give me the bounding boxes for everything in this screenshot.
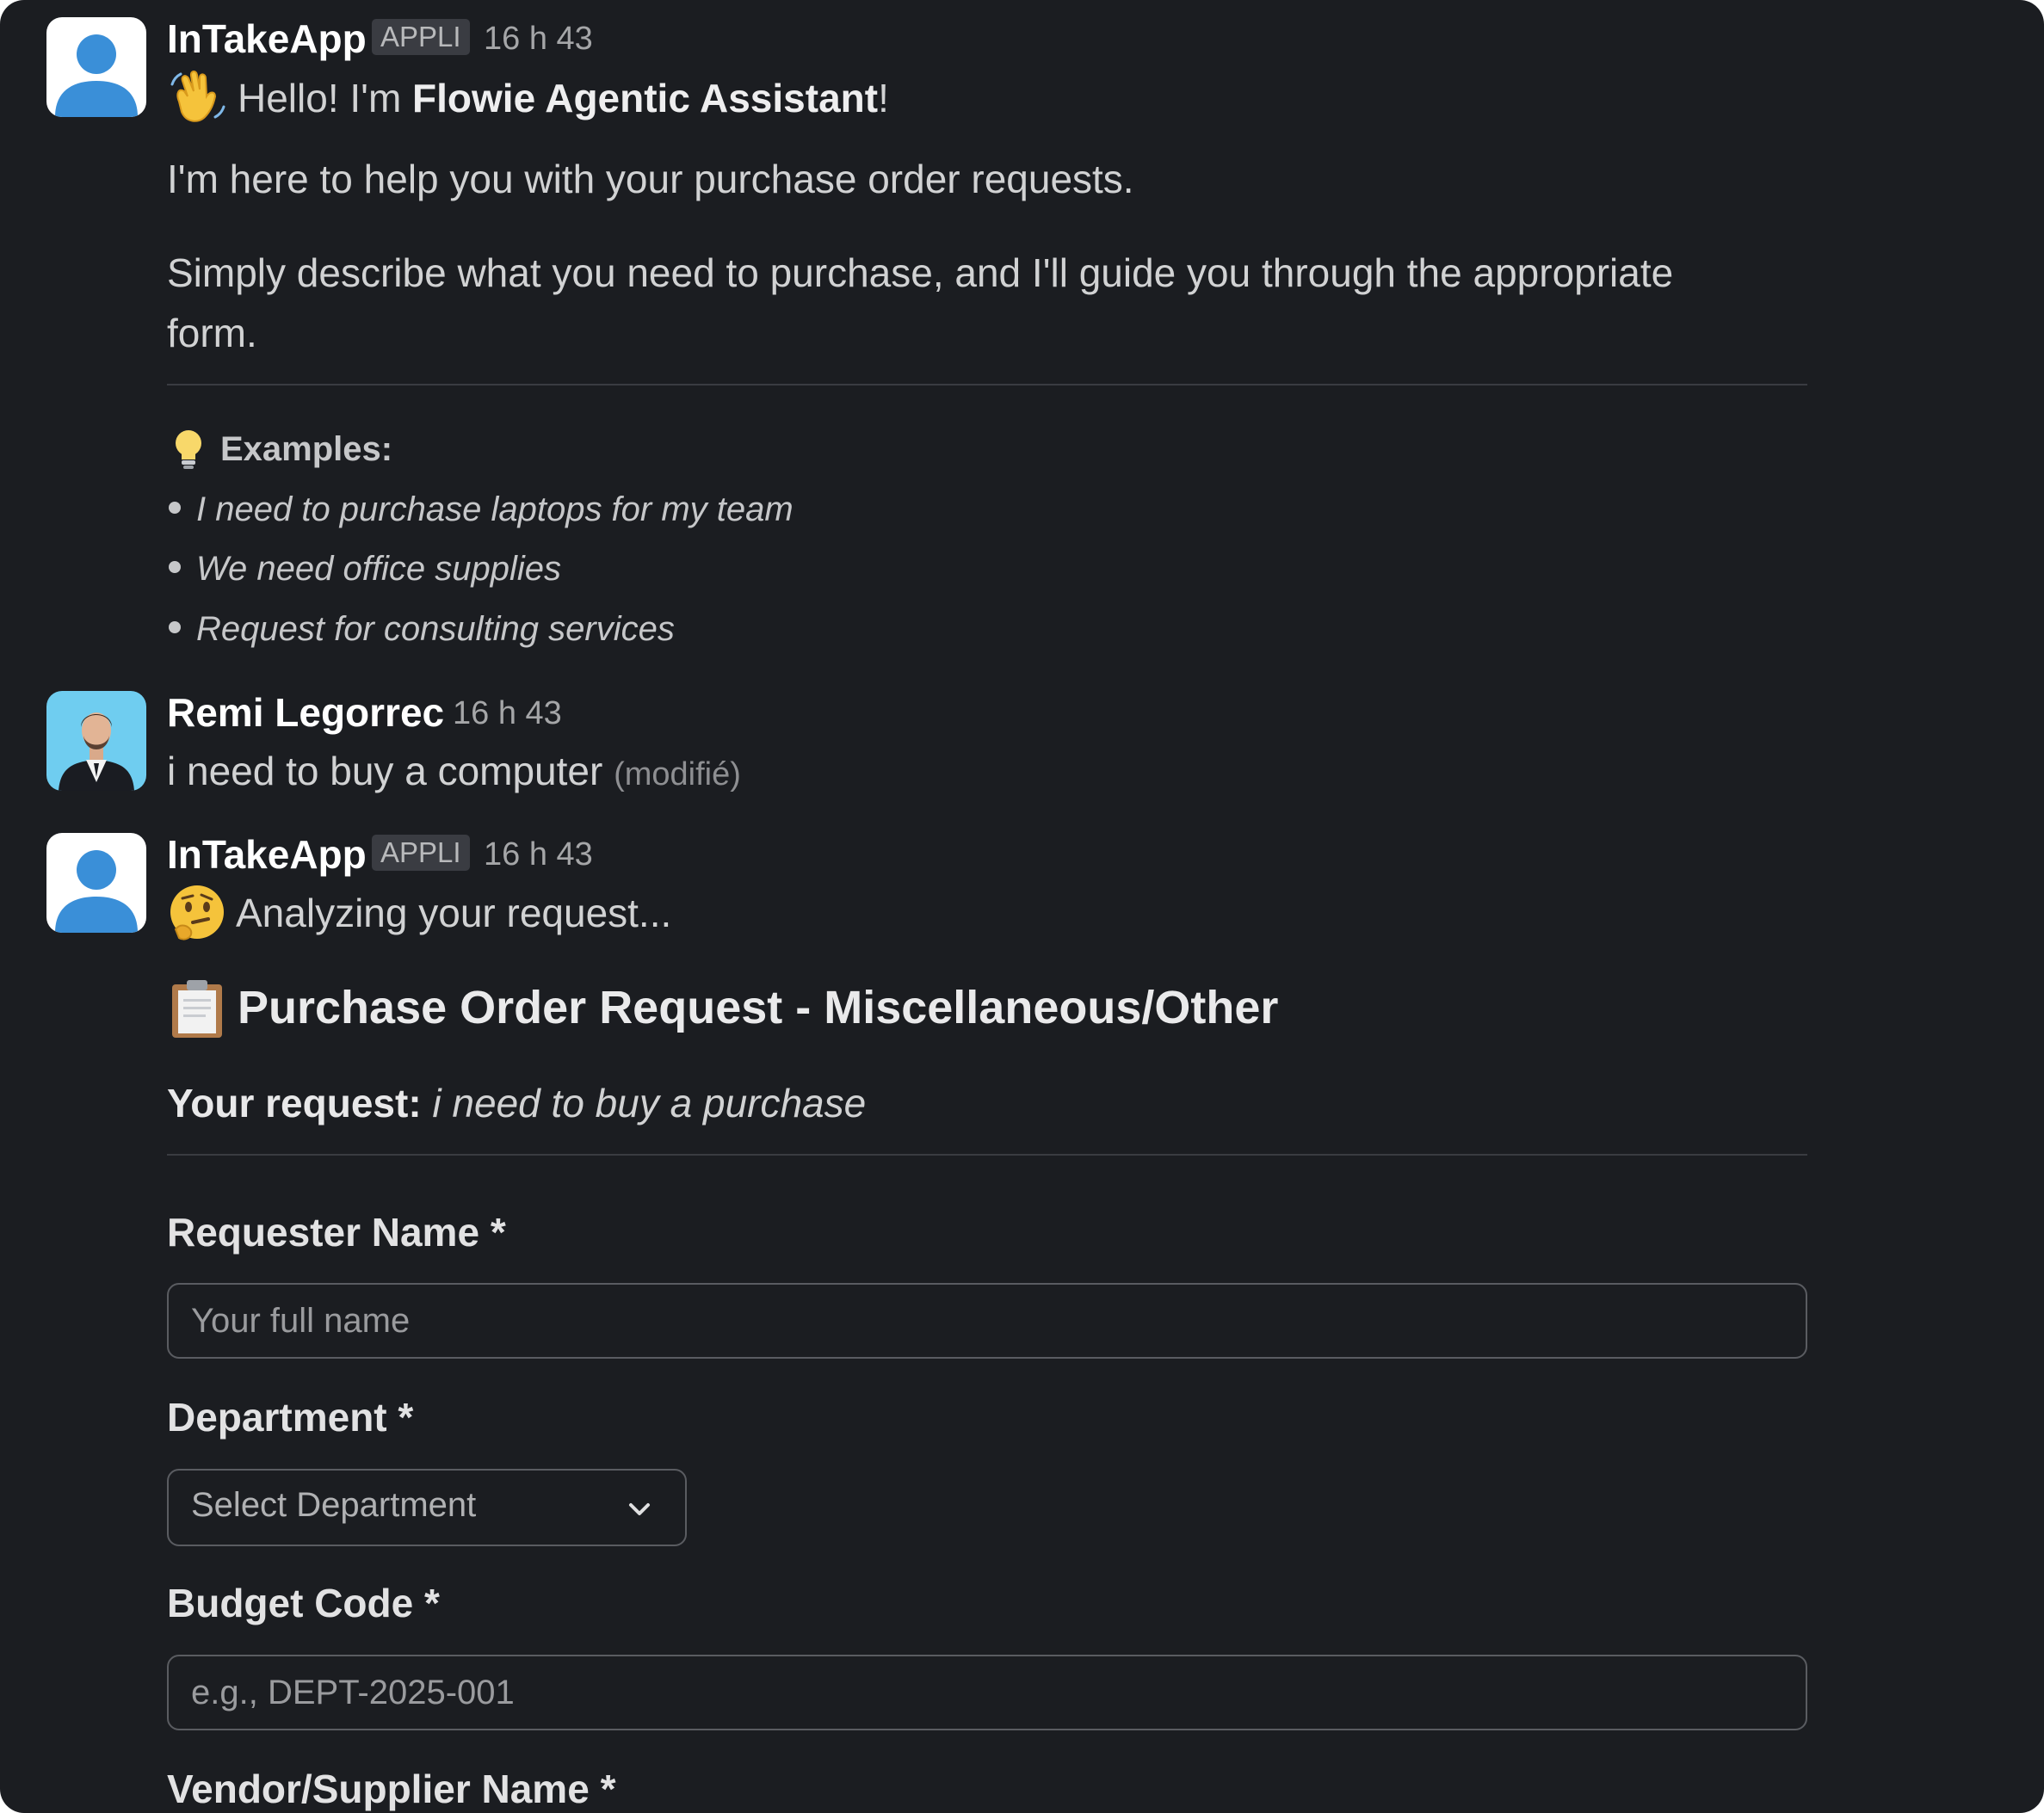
divider [167, 1154, 1807, 1156]
request-summary: Your request: i need to buy a purchase [167, 1081, 867, 1125]
requester-name-label: Requester Name * [167, 1210, 506, 1255]
examples-title: Examples: [220, 430, 393, 468]
message-timestamp[interactable]: 16 h 43 [484, 22, 593, 55]
message-timestamp[interactable]: 16 h 43 [453, 697, 562, 730]
intakeapp-avatar[interactable] [46, 833, 146, 933]
waving-hand-icon [167, 67, 229, 129]
user-message: i need to buy a computer (modifié) [167, 749, 741, 793]
greeting-text: Hello! I'm Flowie Agentic Assistant! [238, 76, 889, 120]
example-item: I need to purchase laptops for my team [169, 490, 794, 529]
chat-window: InTakeApp APPLI 16 h 43 Hello! I'm Flowi… [0, 0, 2044, 1813]
clipboard-icon [169, 977, 225, 1039]
divider [167, 384, 1807, 385]
author-name[interactable]: InTakeApp [167, 19, 367, 59]
bullet [169, 561, 181, 574]
author-name[interactable]: InTakeApp [167, 835, 367, 874]
user-photo-avatar [46, 691, 146, 791]
department-label: Department * [167, 1395, 414, 1440]
instruction-text: Simply describe what you need to purchas… [167, 250, 1674, 355]
budget-code-input[interactable] [167, 1655, 1807, 1730]
department-selected-value: Select Department [191, 1486, 477, 1524]
vendor-name-label: Vendor/Supplier Name * [167, 1767, 616, 1811]
example-item: Request for consulting services [169, 610, 675, 649]
chevron-down-icon [629, 1503, 650, 1515]
bullet [169, 502, 181, 515]
thinking-face-icon [167, 883, 227, 943]
department-select[interactable]: Select Department [167, 1469, 687, 1546]
app-badge: APPLI [372, 835, 470, 871]
edited-label: (modifié) [614, 756, 741, 792]
author-name[interactable]: Remi Legorrec [167, 693, 444, 732]
requester-name-input[interactable] [167, 1283, 1807, 1359]
budget-code-label: Budget Code * [167, 1581, 440, 1625]
example-item: We need office supplies [169, 550, 561, 589]
lightbulb-icon [169, 427, 208, 472]
bullet [169, 621, 181, 634]
remi-avatar[interactable] [46, 691, 146, 791]
analyzing-status: Analyzing your request... [236, 891, 672, 935]
form-heading: Purchase Order Request - Miscellaneous/O… [238, 982, 1279, 1033]
intakeapp-avatar[interactable] [46, 17, 146, 117]
intro-line: I'm here to help you with your purchase … [167, 157, 1134, 201]
default-user-avatar-icon [46, 17, 146, 117]
app-badge: APPLI [372, 19, 470, 55]
default-user-avatar-icon [46, 833, 146, 933]
message-timestamp[interactable]: 16 h 43 [484, 838, 593, 871]
